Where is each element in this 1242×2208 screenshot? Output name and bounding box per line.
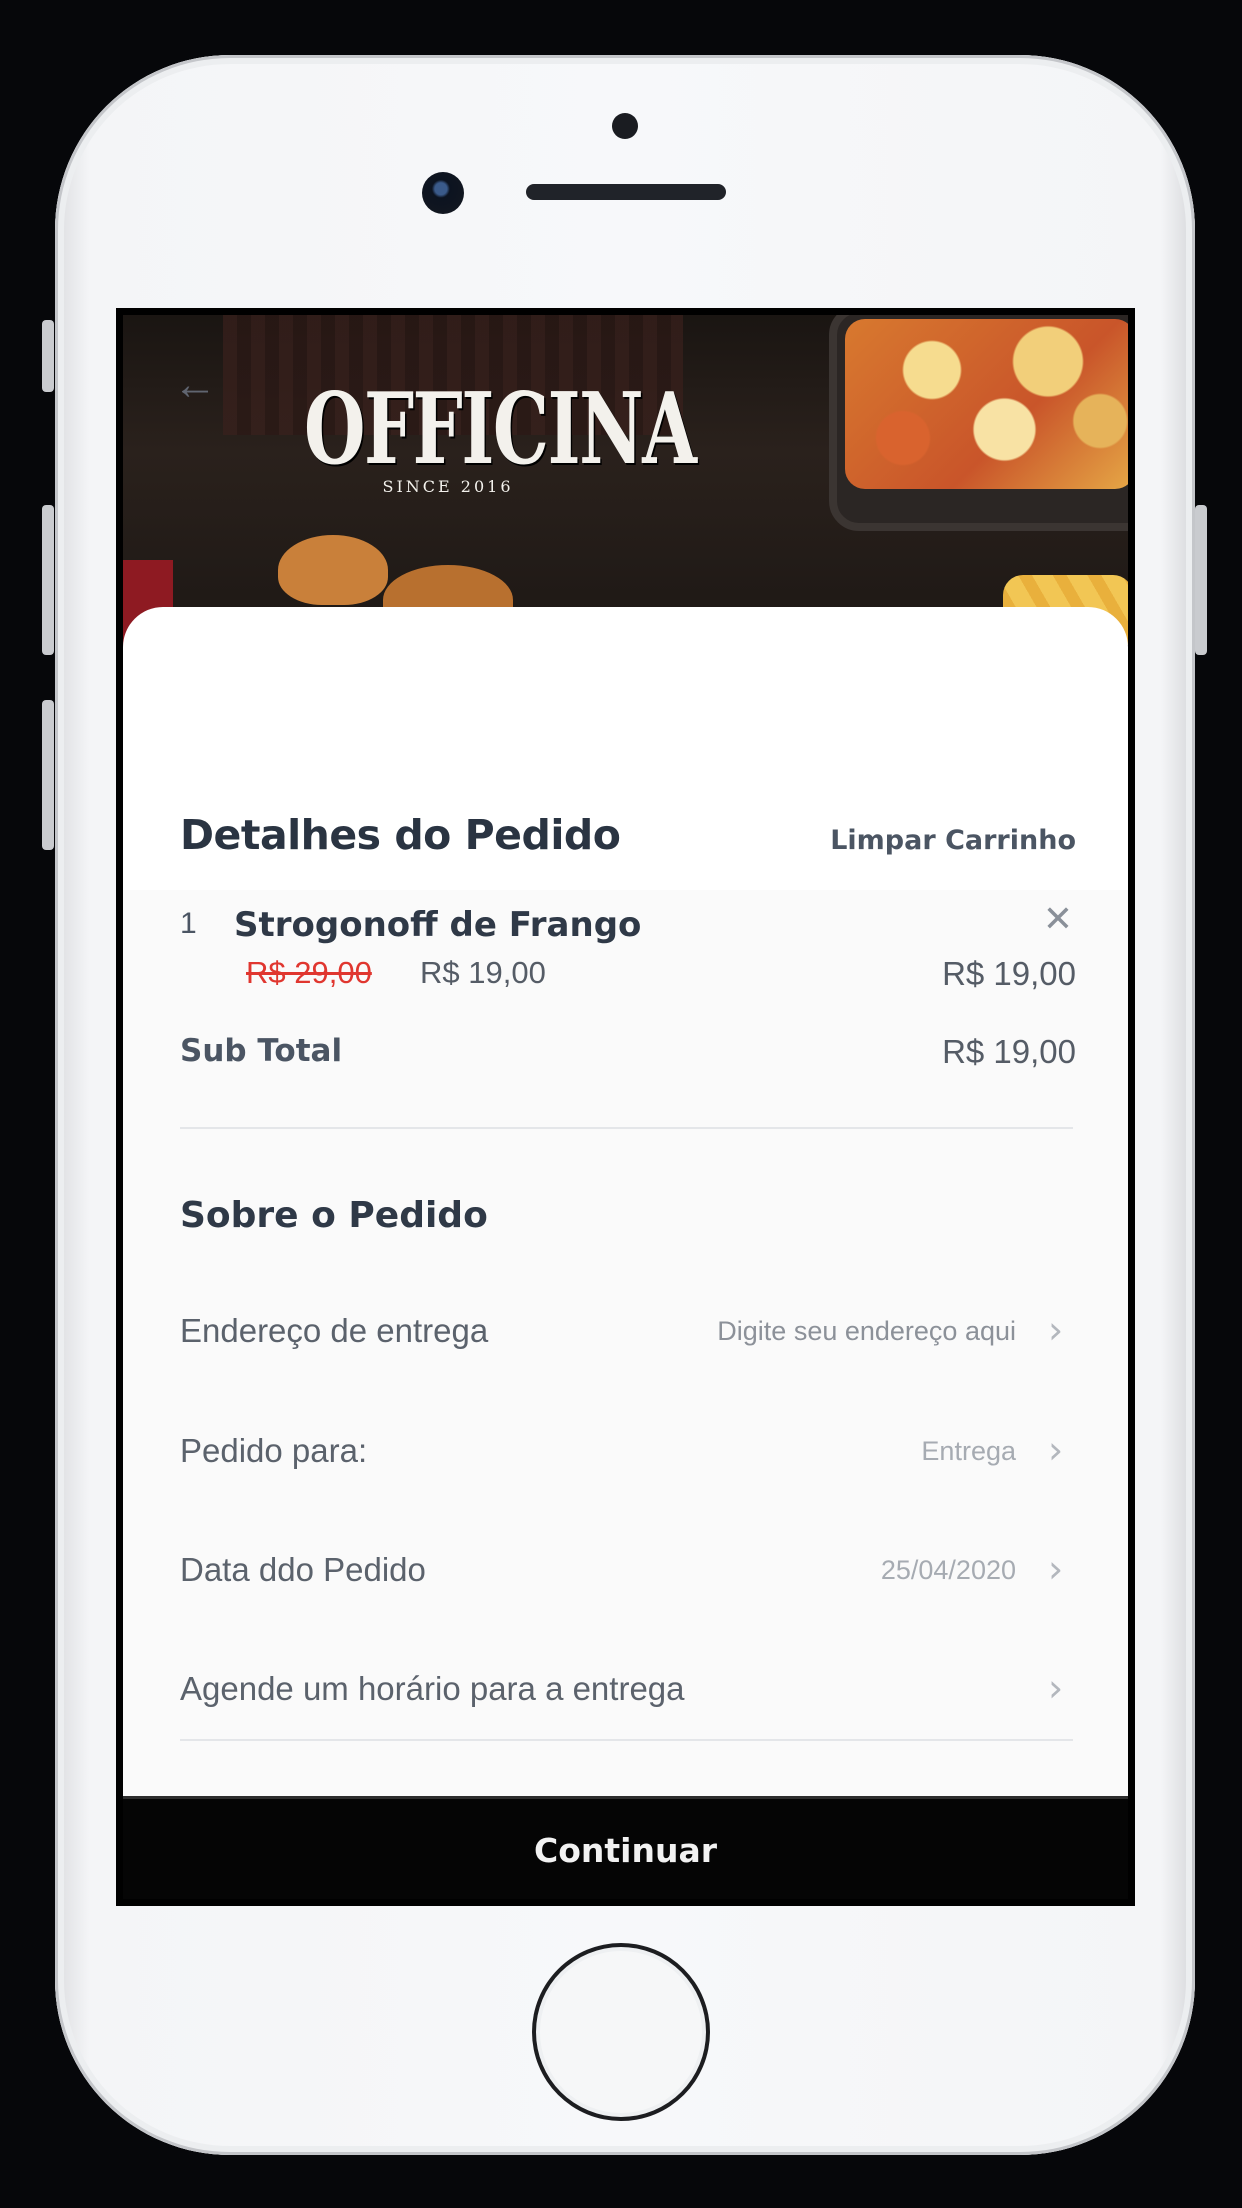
clear-cart-button[interactable]: Limpar Carrinho <box>830 825 1076 856</box>
item-original-price: R$ 29,00 <box>246 955 372 990</box>
row-value: 25/04/2020 <box>880 1555 1016 1585</box>
power-button <box>1195 505 1207 655</box>
continue-button[interactable]: Continuar <box>123 1796 1128 1899</box>
mute-switch <box>42 320 54 392</box>
row-label: Agende um horário para a entrega <box>180 1670 685 1707</box>
subtotal-label: Sub Total <box>180 1033 343 1069</box>
chevron-right-icon: › <box>1048 1547 1064 1591</box>
logo-wordmark: OFFICINA <box>304 372 697 487</box>
item-name: Strogonoff de Frango <box>234 905 642 945</box>
pastel-image <box>278 535 388 605</box>
row-label: Endereço de entrega <box>180 1312 489 1349</box>
delivery-address-row[interactable]: Endereço de entrega Digite seu endereço … <box>123 1292 1128 1372</box>
chevron-right-icon: › <box>1048 1428 1064 1472</box>
app-view: ← OFFICINA SINCE 2016 Detalhes do Pedido… <box>123 315 1128 1899</box>
item-line-total: R$ 19,00 <box>942 955 1076 992</box>
front-camera <box>422 172 464 214</box>
proximity-sensor <box>612 113 638 139</box>
chevron-right-icon: › <box>1048 1666 1064 1710</box>
pizza-image <box>845 319 1128 489</box>
earpiece-speaker <box>526 184 726 200</box>
restaurant-logo: OFFICINA SINCE 2016 <box>248 372 697 497</box>
order-type-row[interactable]: Pedido para: Entrega › <box>123 1412 1128 1492</box>
section-title: Sobre o Pedido <box>180 1195 488 1236</box>
phone-screen: ← OFFICINA SINCE 2016 Detalhes do Pedido… <box>116 308 1135 1906</box>
arrow-left-icon[interactable]: ← <box>173 360 233 410</box>
chevron-right-icon: › <box>1048 1308 1064 1352</box>
restaurant-banner: ← OFFICINA SINCE 2016 <box>123 315 1128 655</box>
volume-down-button <box>42 700 54 850</box>
item-price: R$ 19,00 <box>420 955 546 990</box>
divider <box>180 1127 1073 1129</box>
row-label: Data ddo Pedido <box>180 1551 426 1588</box>
divider <box>180 1739 1073 1741</box>
item-quantity: 1 <box>180 907 197 940</box>
row-label: Pedido para: <box>180 1432 368 1469</box>
order-date-row[interactable]: Data ddo Pedido 25/04/2020 › <box>123 1531 1128 1611</box>
subtotal-value: R$ 19,00 <box>942 1033 1076 1070</box>
home-button[interactable] <box>532 1943 710 2121</box>
volume-up-button <box>42 505 54 655</box>
row-value: Digite seu endereço aqui <box>717 1316 1016 1346</box>
page-title: Detalhes do Pedido <box>180 811 621 859</box>
schedule-delivery-row[interactable]: Agende um horário para a entrega › <box>123 1650 1128 1730</box>
close-icon[interactable]: ✕ <box>1038 899 1078 939</box>
row-value: Entrega <box>921 1436 1016 1466</box>
